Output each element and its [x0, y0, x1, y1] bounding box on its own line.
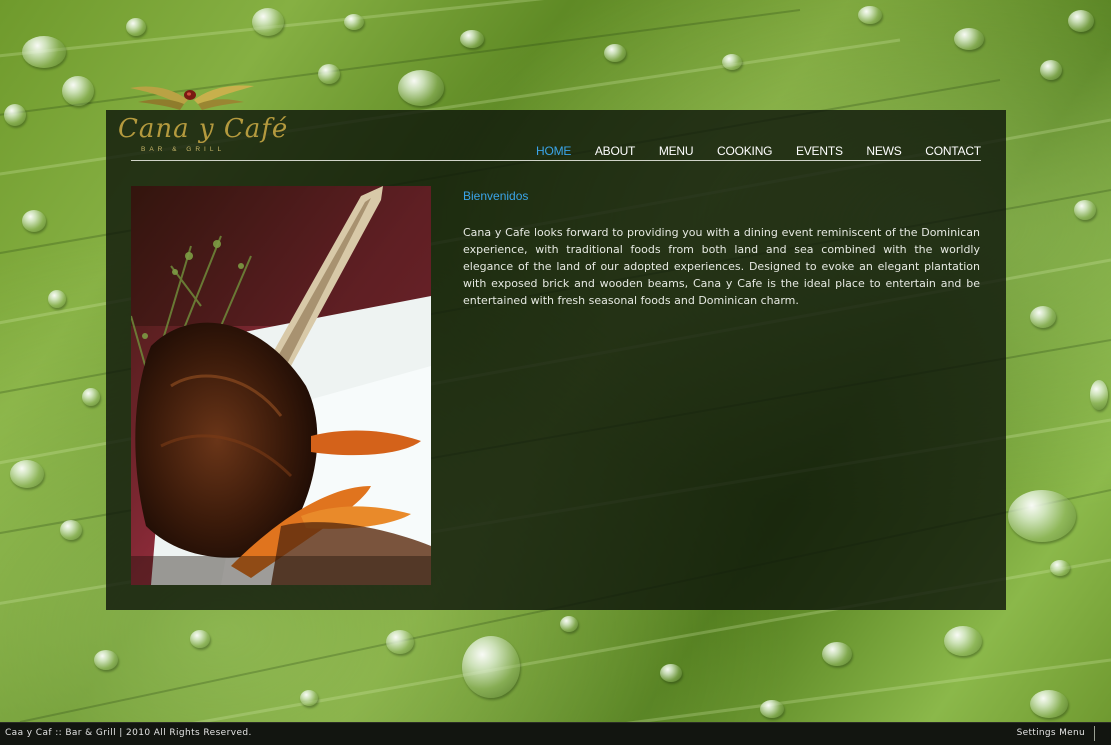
nav-item-cooking[interactable]: COOKING — [717, 144, 772, 158]
copyright-text: Caa y Caf :: Bar & Grill | 2010 All Righ… — [5, 728, 252, 738]
nav-item-news[interactable]: NEWS — [866, 144, 901, 158]
nav-item-about[interactable]: ABOUT — [595, 144, 636, 158]
footer-bar: Caa y Caf :: Bar & Grill | 2010 All Righ… — [0, 722, 1111, 745]
nav-item-events[interactable]: EVENTS — [796, 144, 843, 158]
site-logo[interactable]: Cana y Café BAR & GRILL — [114, 82, 287, 162]
main-nav: HOME ABOUT MENU COOKING EVENTS NEWS CONT… — [536, 142, 981, 160]
nav-divider — [131, 160, 981, 161]
logo-tagline: BAR & GRILL — [141, 146, 226, 153]
settings-menu-link[interactable]: Settings Menu — [1017, 728, 1085, 738]
nav-item-menu[interactable]: MENU — [659, 144, 694, 158]
welcome-heading: Bienvenidos — [463, 189, 529, 203]
intro-paragraph: Cana y Cafe looks forward to providing y… — [463, 226, 980, 307]
logo-wordmark: Cana y Café — [118, 114, 289, 144]
nav-item-home[interactable]: HOME — [536, 144, 571, 158]
nav-item-contact[interactable]: CONTACT — [925, 144, 981, 158]
featured-dish-photo — [131, 186, 431, 585]
footer-divider — [1094, 726, 1095, 741]
